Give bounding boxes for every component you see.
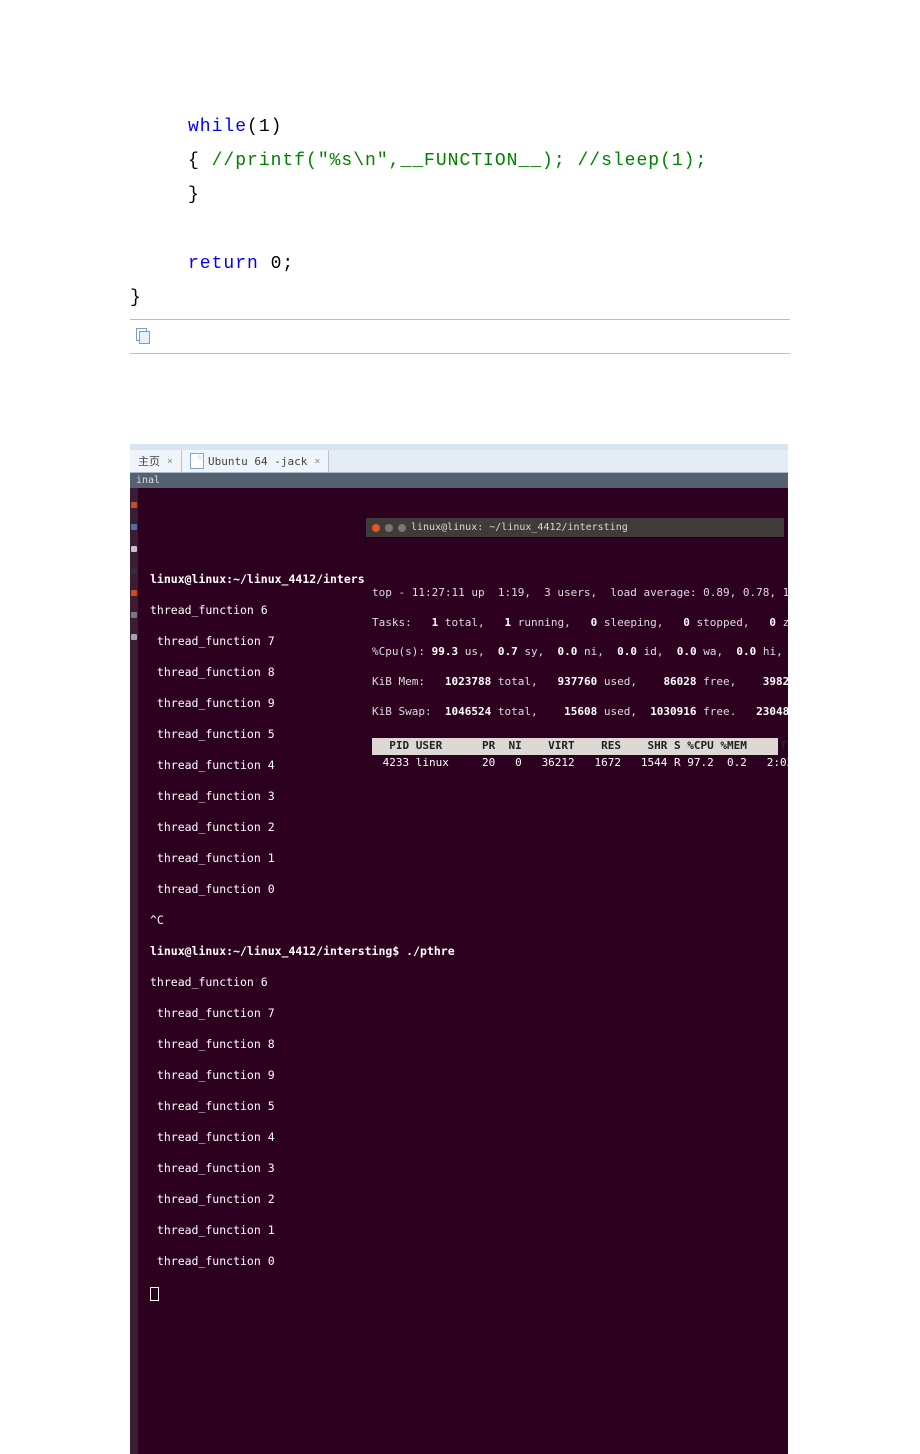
code-line: while(1)	[130, 110, 790, 144]
out: thread_function 3	[150, 1161, 788, 1177]
vm-icon	[190, 453, 204, 469]
launcher-icon[interactable]	[131, 612, 137, 618]
out: thread_function 8	[150, 1037, 788, 1053]
maximize-icon[interactable]	[398, 524, 406, 532]
window-title: linux@linux: ~/linux_4412/intersting	[411, 521, 628, 535]
launcher-icon[interactable]	[131, 634, 137, 640]
out: thread_function 5	[150, 1099, 788, 1115]
top-header-row: PID USER PR NI VIRT RES SHR S %CPU %MEM …	[372, 738, 778, 755]
code-line: { //printf("%s\n",__FUNCTION__); //sleep…	[130, 144, 790, 178]
code-line: }	[130, 178, 790, 212]
tab-label: 主页	[138, 453, 160, 469]
top-line: Tasks: 1 total, 1 running, 0 sleeping, 0…	[372, 616, 778, 631]
out: thread_function 2	[150, 1192, 788, 1208]
close-icon[interactable]: ×	[314, 456, 320, 467]
tab-home[interactable]: 主页 ×	[130, 450, 182, 472]
top-process-row: 4233 linux 20 0 36212 1672 1544 R 97.2 0…	[372, 755, 778, 772]
code-text: (1)	[247, 117, 282, 137]
unity-launcher[interactable]	[130, 488, 138, 1453]
window-titlebar[interactable]: linux@linux: ~/linux_4412/intersting	[366, 518, 784, 538]
out: thread_function 6	[150, 975, 788, 991]
launcher-icon[interactable]	[131, 546, 137, 552]
tab-label: Ubuntu 64 -jack	[208, 455, 307, 468]
out: thread_function 9	[150, 1068, 788, 1084]
cursor	[150, 1287, 159, 1301]
out: thread_function 1	[150, 1223, 788, 1239]
code-snippet: while(1) { //printf("%s\n",__FUNCTION__)…	[130, 110, 790, 315]
ctrl-c: ^C	[150, 913, 788, 929]
prompt-line: linux@linux:~/linux_4412/intersting$ ./p…	[150, 944, 788, 960]
out: thread_function 7	[150, 1006, 788, 1022]
launcher-icon[interactable]	[131, 568, 137, 574]
top-window[interactable]: linux@linux: ~/linux_4412/intersting top…	[365, 488, 784, 837]
launcher-icon[interactable]	[131, 524, 137, 530]
blank-line	[130, 213, 790, 247]
top-line: %Cpu(s): 99.3 us, 0.7 sy, 0.0 ni, 0.0 id…	[372, 645, 778, 660]
close-icon[interactable]: ×	[167, 456, 173, 467]
brace-close: }	[130, 288, 142, 308]
keyword-return: return	[188, 254, 259, 274]
out: thread_function 0	[150, 1254, 788, 1270]
top-line: KiB Mem: 1023788 total, 937760 used, 860…	[372, 675, 778, 690]
out: thread_function 0	[150, 882, 788, 898]
divider	[130, 319, 790, 320]
code-line: return 0;	[130, 247, 790, 281]
launcher-icon[interactable]	[131, 502, 137, 508]
out: thread_function 4	[150, 1130, 788, 1146]
terminal-tab-title: inal	[130, 473, 788, 488]
top-output: top - 11:27:11 up 1:19, 3 users, load av…	[366, 567, 784, 808]
top-line: KiB Swap: 1046524 total, 15608 used, 103…	[372, 705, 778, 720]
copy-icon[interactable]	[136, 328, 150, 342]
terminal-area[interactable]: linux@linux:~/linux_4412/intersting$ ./p…	[130, 488, 788, 1453]
tab-strip: 主页 × Ubuntu 64 -jack ×	[130, 450, 788, 473]
code-text: 0;	[259, 254, 294, 274]
comment: //printf("%s\n",__FUNCTION__); //sleep(1…	[212, 151, 708, 171]
vm-screenshot: 主页 × Ubuntu 64 -jack × inal linux@linux:…	[130, 444, 788, 1453]
close-icon[interactable]	[372, 524, 380, 532]
toolbar-row	[130, 324, 790, 354]
top-line: top - 11:27:11 up 1:19, 3 users, load av…	[372, 586, 778, 601]
tab-vm[interactable]: Ubuntu 64 -jack ×	[182, 450, 329, 472]
out: thread_function 1	[150, 851, 788, 867]
minimize-icon[interactable]	[385, 524, 393, 532]
brace-close: }	[188, 185, 200, 205]
brace-open: {	[188, 151, 212, 171]
keyword-while: while	[188, 117, 247, 137]
code-line: }	[130, 281, 790, 315]
launcher-icon[interactable]	[131, 590, 137, 596]
